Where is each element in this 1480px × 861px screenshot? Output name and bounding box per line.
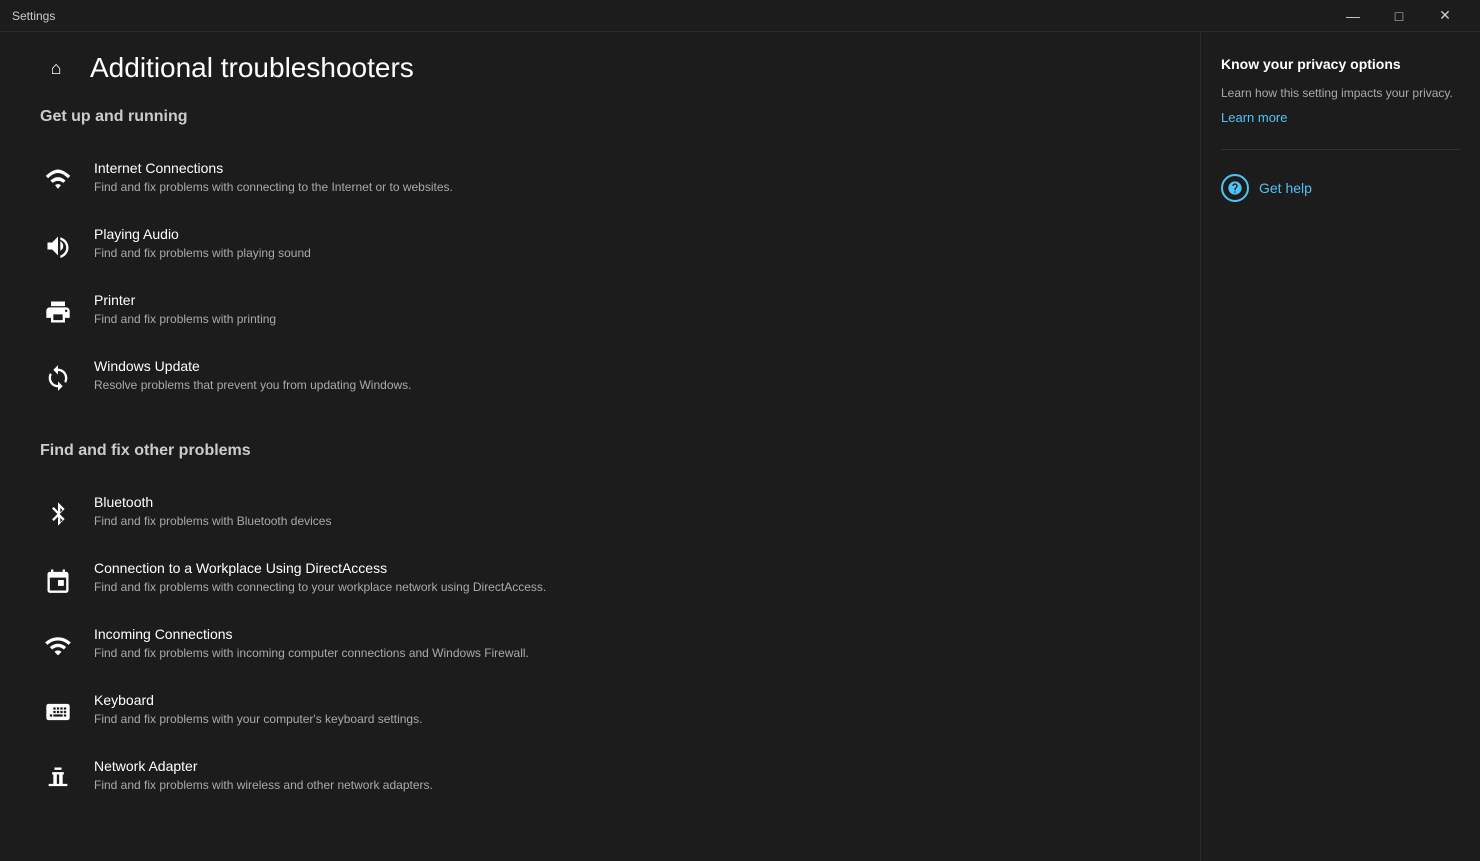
item-desc: Find and fix problems with wireless and … <box>94 777 1160 794</box>
item-desc: Resolve problems that prevent you from u… <box>94 377 1160 394</box>
list-item[interactable]: Keyboard Find and fix problems with your… <box>40 678 1160 744</box>
item-text: Network Adapter Find and fix problems wi… <box>94 758 1160 794</box>
bluetooth-icon <box>40 496 76 532</box>
wifi-icon <box>40 162 76 198</box>
minimize-button[interactable]: — <box>1330 0 1376 32</box>
item-name: Printer <box>94 292 1160 308</box>
privacy-options-title: Know your privacy options <box>1221 56 1460 72</box>
sidebar: Know your privacy options Learn how this… <box>1200 32 1480 861</box>
item-desc: Find and fix problems with playing sound <box>94 245 1160 262</box>
get-help-label: Get help <box>1259 180 1312 196</box>
item-text: Printer Find and fix problems with print… <box>94 292 1160 328</box>
back-button[interactable]: ⌂ <box>40 52 72 84</box>
privacy-options-desc: Learn how this setting impacts your priv… <box>1221 84 1460 102</box>
list-item[interactable]: Playing Audio Find and fix problems with… <box>40 212 1160 278</box>
get-help-icon <box>1221 174 1249 202</box>
titlebar: Settings — □ ✕ <box>0 0 1480 32</box>
printer-icon <box>40 294 76 330</box>
item-name: Incoming Connections <box>94 626 1160 642</box>
item-name: Bluetooth <box>94 494 1160 510</box>
close-button[interactable]: ✕ <box>1422 0 1468 32</box>
learn-more-link[interactable]: Learn more <box>1221 110 1460 125</box>
item-text: Playing Audio Find and fix problems with… <box>94 226 1160 262</box>
content-area: ⌂ Additional troubleshooters Get up and … <box>0 32 1480 861</box>
section-find-fix-other: Find and fix other problems Bluetooth Fi… <box>40 442 1160 810</box>
audio-icon <box>40 228 76 264</box>
list-item[interactable]: Internet Connections Find and fix proble… <box>40 146 1160 212</box>
item-desc: Find and fix problems with connecting to… <box>94 179 1160 196</box>
section-title-find-fix-other: Find and fix other problems <box>40 442 1160 460</box>
incoming-connections-icon <box>40 628 76 664</box>
maximize-button[interactable]: □ <box>1376 0 1422 32</box>
keyboard-icon <box>40 694 76 730</box>
list-item[interactable]: Bluetooth Find and fix problems with Blu… <box>40 480 1160 546</box>
home-icon: ⌂ <box>51 58 62 79</box>
list-item[interactable]: Network Adapter Find and fix problems wi… <box>40 744 1160 810</box>
list-item[interactable]: Incoming Connections Find and fix proble… <box>40 612 1160 678</box>
item-text: Keyboard Find and fix problems with your… <box>94 692 1160 728</box>
item-text: Incoming Connections Find and fix proble… <box>94 626 1160 662</box>
item-text: Connection to a Workplace Using DirectAc… <box>94 560 1160 596</box>
item-text: Windows Update Resolve problems that pre… <box>94 358 1160 394</box>
list-item[interactable]: Printer Find and fix problems with print… <box>40 278 1160 344</box>
item-name: Keyboard <box>94 692 1160 708</box>
section-title-get-up-running: Get up and running <box>40 108 1160 126</box>
window: Settings — □ ✕ ⌂ Additional troubleshoot… <box>0 0 1480 861</box>
workplace-icon <box>40 562 76 598</box>
page-header: ⌂ Additional troubleshooters <box>40 52 1160 84</box>
privacy-options-section: Know your privacy options Learn how this… <box>1221 56 1460 125</box>
update-icon <box>40 360 76 396</box>
item-name: Playing Audio <box>94 226 1160 242</box>
section-get-up-running: Get up and running Internet Connections … <box>40 108 1160 410</box>
item-desc: Find and fix problems with your computer… <box>94 711 1160 728</box>
main-content: ⌂ Additional troubleshooters Get up and … <box>0 32 1200 861</box>
item-desc: Find and fix problems with printing <box>94 311 1160 328</box>
list-item[interactable]: Connection to a Workplace Using DirectAc… <box>40 546 1160 612</box>
network-adapter-icon <box>40 760 76 796</box>
get-help-button[interactable]: Get help <box>1221 174 1460 202</box>
item-desc: Find and fix problems with incoming comp… <box>94 645 1160 662</box>
item-name: Network Adapter <box>94 758 1160 774</box>
item-desc: Find and fix problems with Bluetooth dev… <box>94 513 1160 530</box>
item-desc: Find and fix problems with connecting to… <box>94 579 1160 596</box>
page-title: Additional troubleshooters <box>90 52 414 84</box>
item-name: Connection to a Workplace Using DirectAc… <box>94 560 1160 576</box>
item-text: Internet Connections Find and fix proble… <box>94 160 1160 196</box>
titlebar-title: Settings <box>12 9 1330 23</box>
list-item[interactable]: Windows Update Resolve problems that pre… <box>40 344 1160 410</box>
item-name: Windows Update <box>94 358 1160 374</box>
item-text: Bluetooth Find and fix problems with Blu… <box>94 494 1160 530</box>
sidebar-divider <box>1221 149 1460 150</box>
titlebar-controls: — □ ✕ <box>1330 0 1468 32</box>
item-name: Internet Connections <box>94 160 1160 176</box>
